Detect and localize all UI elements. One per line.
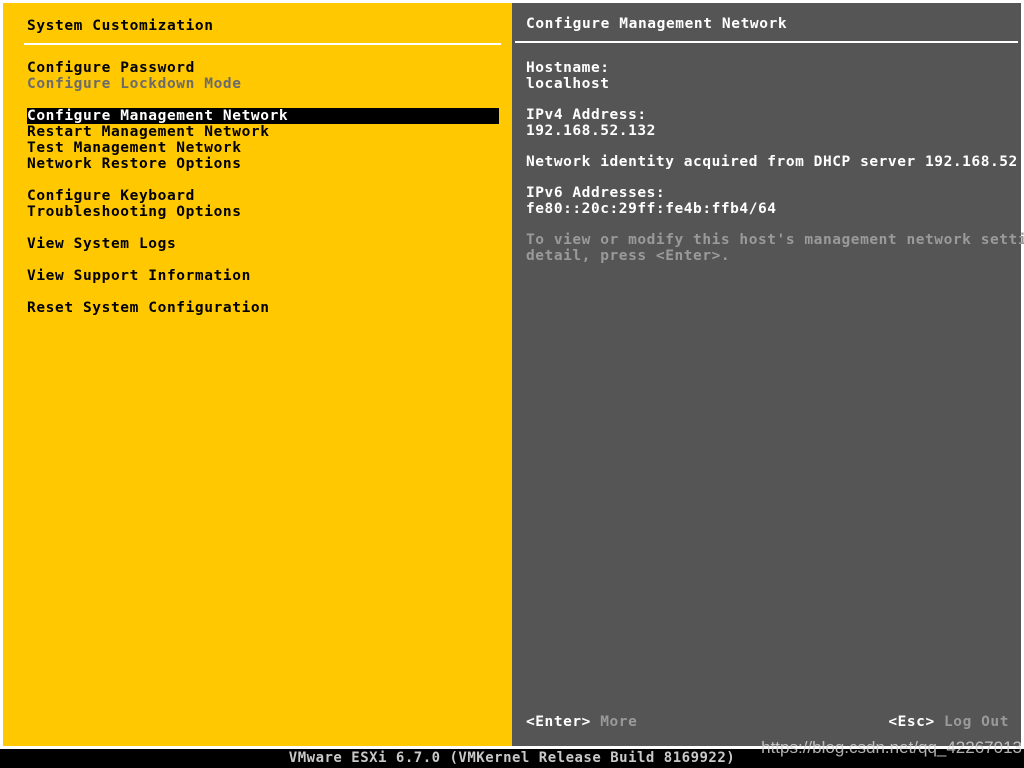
detail-panel-title: Configure Management Network (526, 16, 788, 32)
info-line: localhost (526, 76, 610, 92)
left-panel-inner: System Customization Configure Password C… (8, 5, 509, 744)
enter-key-name: <Enter> (526, 714, 591, 730)
info-line: 192.168.52.132 (526, 123, 656, 139)
info-line: Network identity acquired from DHCP serv… (526, 154, 1024, 170)
menu-group: View System Logs (8, 236, 509, 252)
network-details: Hostname: localhost IPv4 Address: 192.168.5… (526, 60, 1024, 279)
info-line: IPv6 Addresses: (526, 185, 666, 201)
esc-key-action: Log Out (944, 714, 1009, 730)
menu-item-configure-management-network[interactable]: Configure Management Network (27, 108, 499, 124)
esxi-console-screen: System Customization Configure Password C… (0, 0, 1024, 768)
enter-key-label (591, 714, 600, 730)
info-line: Hostname: (526, 60, 610, 76)
menu-group: Configure Keyboard Troubleshooting Option… (8, 188, 509, 220)
menu-item-configure-password[interactable]: Configure Password (8, 60, 509, 76)
menu-item-view-support-information[interactable]: View Support Information (8, 268, 509, 284)
esc-key-name: <Esc> (888, 714, 935, 730)
esc-key-hint[interactable]: <Esc> Log Out (888, 714, 1009, 730)
info-line: fe80::20c:29ff:fe4b:ffb4/64 (526, 201, 777, 217)
menu-group: Reset System Configuration (8, 300, 509, 316)
menu-item-configure-lockdown-mode: Configure Lockdown Mode (27, 76, 242, 92)
watermark-url: https://blog.csdn.net/qq_42267013 (761, 738, 1022, 757)
detail-title-separator (515, 41, 1018, 43)
menu-item-configure-keyboard[interactable]: Configure Keyboard (8, 188, 509, 204)
info-line: IPv4 Address: (526, 107, 647, 123)
key-hint-bar: <Enter> More <Esc> Log Out (526, 714, 1009, 730)
info-block: Network identity acquired from DHCP serv… (526, 154, 1024, 170)
menu-item-view-system-logs[interactable]: View System Logs (8, 236, 509, 252)
configure-management-network-panel: Configure Management Network Hostname: lo… (512, 0, 1024, 749)
info-line: To view or modify this host's management… (526, 232, 1024, 248)
system-customization-panel: System Customization Configure Password C… (0, 0, 512, 749)
info-block: IPv4 Address: 192.168.52.132 (526, 107, 1015, 139)
enter-key-hint[interactable]: <Enter> More (526, 714, 637, 730)
menu-group: Configure Password Configure Lockdown Mod… (8, 60, 509, 92)
esc-key-spacer (935, 714, 944, 730)
page-title: System Customization (27, 18, 214, 34)
info-block: IPv6 Addresses: fe80::20c:29ff:fe4b:ffb4/… (526, 185, 1015, 217)
menu-group: View Support Information (8, 268, 509, 284)
enter-key-action: More (600, 714, 638, 730)
menu-group: Configure Management Network Restart Mana… (8, 108, 509, 172)
info-block: To view or modify this host's management… (526, 232, 1024, 264)
menu-item-troubleshooting-options[interactable]: Troubleshooting Options (8, 204, 509, 220)
system-customization-menu: Configure Password Configure Lockdown Mod… (8, 60, 509, 332)
info-line: detail, press <Enter>. (526, 248, 731, 264)
menu-item-network-restore-options[interactable]: Network Restore Options (8, 156, 509, 172)
menu-item-reset-system-configuration[interactable]: Reset System Configuration (8, 300, 509, 316)
info-block: Hostname: localhost (526, 60, 1015, 92)
menu-item-restart-management-network[interactable]: Restart Management Network (8, 124, 509, 140)
menu-item-test-management-network[interactable]: Test Management Network (8, 140, 509, 156)
title-separator (24, 43, 501, 45)
